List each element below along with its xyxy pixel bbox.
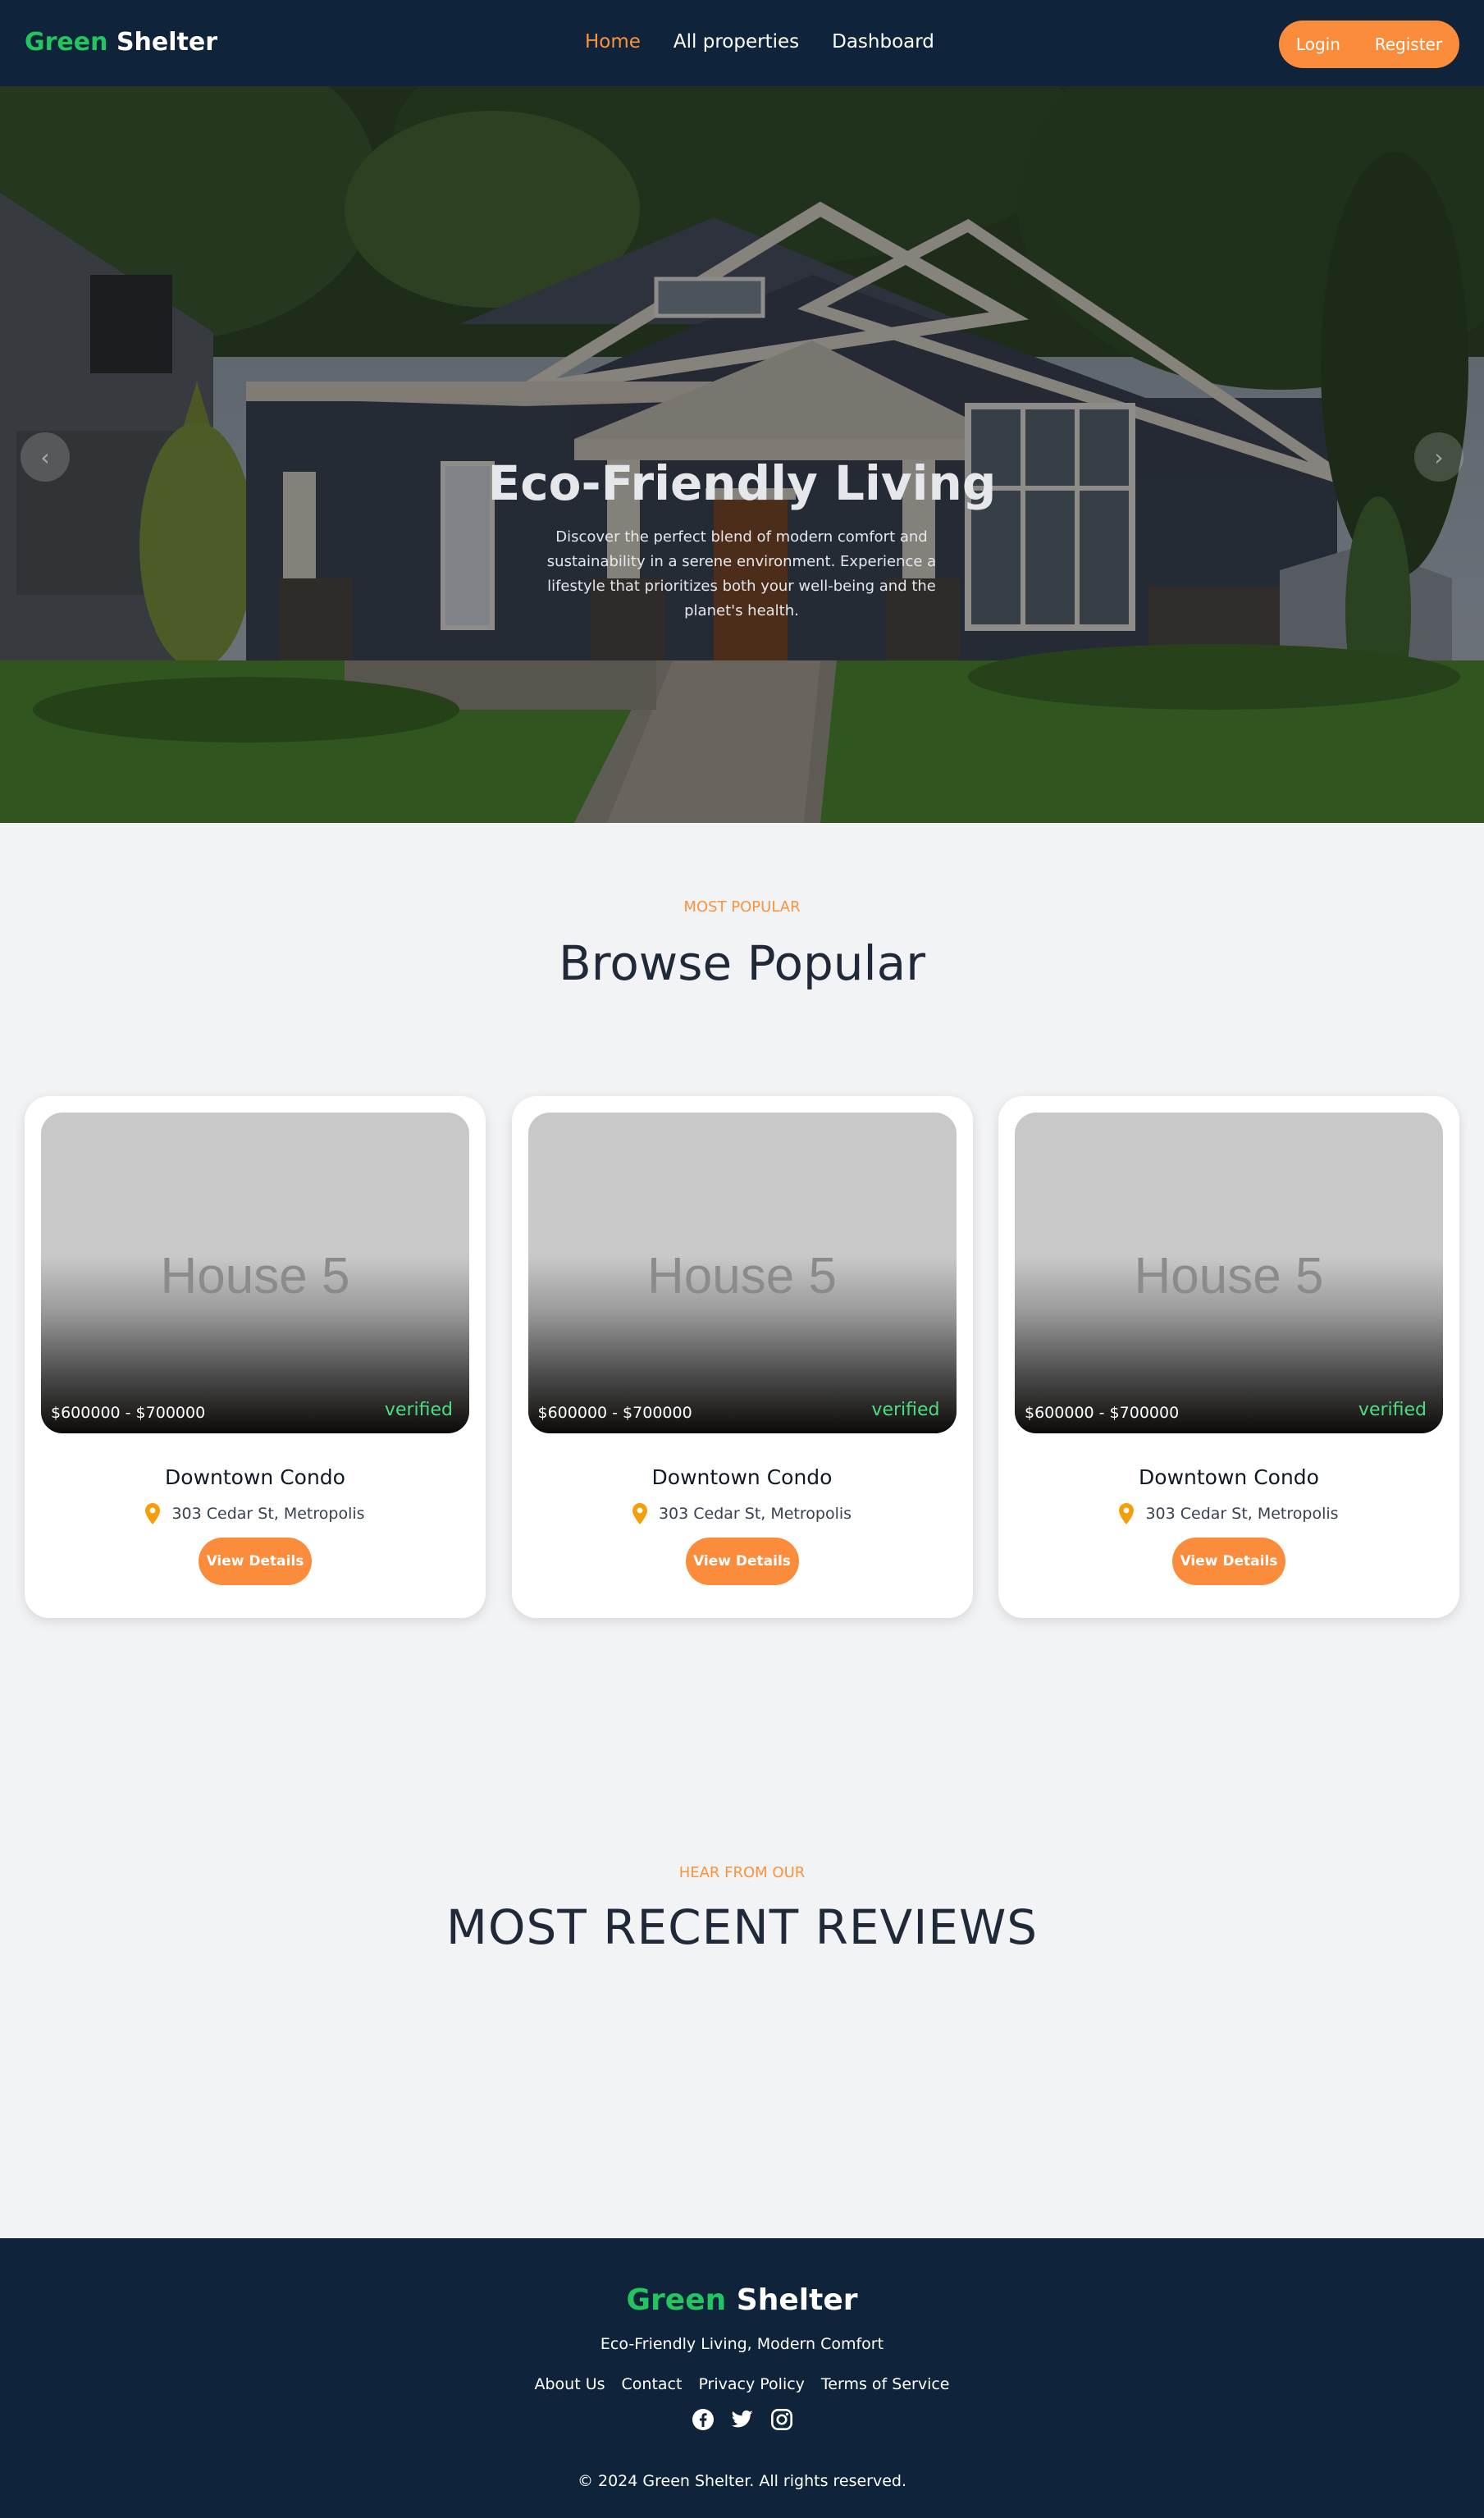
property-price: $600000 - $700000 [537, 1404, 692, 1422]
view-details-button[interactable]: View Details [1172, 1538, 1285, 1585]
property-name: Downtown Condo [165, 1465, 345, 1489]
property-price: $600000 - $700000 [51, 1404, 206, 1422]
brand-logo[interactable]: Green Shelter [25, 28, 217, 57]
hero-title: Eco-Friendly Living [487, 455, 997, 511]
property-card: House 5 $600000 - $700000 verified Downt… [511, 1096, 973, 1618]
instagram-icon[interactable] [770, 2408, 793, 2431]
property-location: 303 Cedar St, Metropolis [25, 1503, 486, 1524]
property-image: House 5 $600000 - $700000 verified [1015, 1113, 1443, 1433]
property-card: House 5 $600000 - $700000 verified Downt… [25, 1096, 486, 1618]
property-name: Downtown Condo [1139, 1465, 1319, 1489]
login-button[interactable]: Login [1296, 34, 1340, 54]
social-links [0, 2408, 1484, 2431]
facebook-icon[interactable] [692, 2408, 715, 2431]
property-image-label: House 5 [1134, 1248, 1324, 1305]
property-card: House 5 $600000 - $700000 verified Downt… [998, 1096, 1459, 1618]
property-address: 303 Cedar St, Metropolis [171, 1505, 365, 1523]
footer-brand-white-text: Shelter [736, 2283, 858, 2317]
footer-link-terms-of-service[interactable]: Terms of Service [821, 2375, 950, 2393]
popular-kicker: MOST POPULAR [683, 898, 801, 916]
hero-carousel: ‹ › Eco-Friendly Living Discover the per… [0, 86, 1484, 823]
main-nav: Home All properties Dashboard [585, 31, 934, 53]
brand-green-text: Green [25, 28, 108, 57]
nav-link-dashboard[interactable]: Dashboard [832, 31, 934, 53]
verified-badge: verified [384, 1400, 453, 1420]
property-image: House 5 $600000 - $700000 verified [527, 1113, 957, 1433]
property-image-label: House 5 [647, 1248, 837, 1305]
auth-pill: Login Register [1279, 21, 1459, 68]
reviews-kicker: HEAR FROM OUR [678, 1864, 806, 1881]
register-button[interactable]: Register [1375, 34, 1442, 54]
footer-links: About Us Contact Privacy Policy Terms of… [0, 2375, 1484, 2393]
property-name: Downtown Condo [651, 1465, 833, 1489]
verified-badge: verified [871, 1400, 940, 1420]
twitter-icon[interactable] [731, 2408, 754, 2431]
nav-link-all-properties[interactable]: All properties [674, 31, 799, 53]
location-pin-icon [1119, 1503, 1135, 1524]
property-address: 303 Cedar St, Metropolis [658, 1505, 852, 1523]
property-price: $600000 - $700000 [1025, 1404, 1180, 1422]
footer-tagline: Eco-Friendly Living, Modern Comfort [600, 2335, 884, 2353]
view-details-button[interactable]: View Details [685, 1538, 799, 1585]
footer-brand-logo[interactable]: Green Shelter [0, 2283, 1484, 2317]
reviews-title: MOST RECENT REVIEWS [445, 1899, 1039, 1955]
nav-link-home[interactable]: Home [585, 31, 641, 53]
property-location: 303 Cedar St, Metropolis [998, 1503, 1459, 1524]
hero-dark-overlay [0, 86, 1484, 823]
footer-link-about-us[interactable]: About Us [534, 2375, 605, 2393]
footer: Green Shelter Eco-Friendly Living, Moder… [0, 2238, 1484, 2518]
verified-badge: verified [1358, 1400, 1427, 1420]
view-details-button[interactable]: View Details [199, 1538, 312, 1585]
property-card-list: House 5 $600000 - $700000 verified Downt… [25, 1096, 1459, 1618]
property-image: House 5 $600000 - $700000 verified [41, 1113, 469, 1433]
property-address: 303 Cedar St, Metropolis [1145, 1505, 1339, 1523]
brand-white-text: Shelter [116, 28, 218, 57]
property-image-label: House 5 [160, 1248, 350, 1305]
footer-brand-green-text: Green [626, 2283, 727, 2317]
location-pin-icon [145, 1503, 161, 1524]
footer-link-contact[interactable]: Contact [622, 2375, 683, 2393]
hero-description: Discover the perfect blend of modern com… [546, 528, 937, 619]
footer-link-privacy-policy[interactable]: Privacy Policy [698, 2375, 804, 2393]
popular-title: Browse Popular [558, 935, 926, 991]
footer-copyright: © 2024 Green Shelter. All rights reserve… [577, 2472, 907, 2490]
location-pin-icon [632, 1503, 647, 1524]
navbar: Green Shelter Home All properties Dashbo… [0, 0, 1484, 86]
property-location: 303 Cedar St, Metropolis [512, 1503, 973, 1524]
